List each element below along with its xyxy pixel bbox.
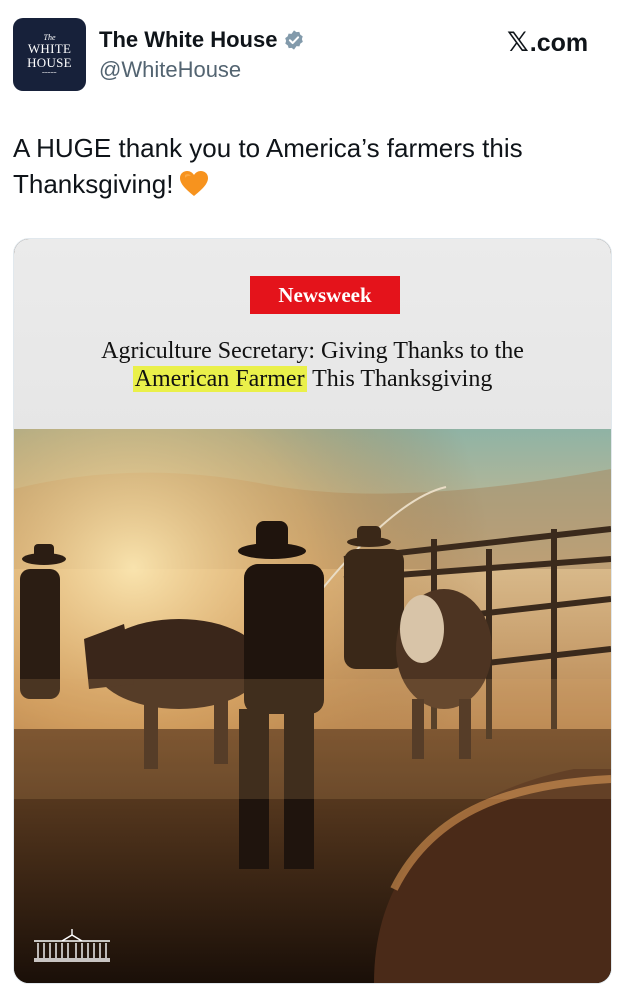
headline-part-2: This Thanksgiving — [306, 366, 493, 392]
orange-heart-icon — [180, 171, 209, 196]
verified-badge-icon — [285, 30, 304, 50]
newsweek-paper-banner: Newsweek Agriculture Secretary: Giving T… — [14, 239, 611, 439]
display-name[interactable]: The White House — [99, 27, 277, 53]
article-headline: Agriculture Secretary: Giving Thanks to … — [14, 337, 611, 393]
x-logo-icon: 𝕏 — [507, 27, 529, 58]
tweet-text: A HUGE thank you to America’s farmers th… — [13, 130, 603, 202]
avatar-decoration: ━━━━━ — [42, 70, 57, 75]
white-house-icon — [34, 929, 110, 962]
farm-photo — [14, 429, 611, 983]
avatar-text-house: HOUSE — [27, 55, 72, 70]
headline-highlight: American Farmer — [132, 366, 307, 392]
brand-suffix: .com — [529, 29, 589, 57]
headline-part-1: Agriculture Secretary: Giving Thanks to … — [101, 338, 524, 364]
avatar-text-white: WHITE — [27, 41, 72, 56]
newsweek-logo: Newsweek — [250, 276, 400, 314]
x-com-brand[interactable]: 𝕏 .com — [507, 27, 588, 58]
handle[interactable]: @WhiteHouse — [99, 57, 241, 83]
media-image-card[interactable]: Newsweek Agriculture Secretary: Giving T… — [13, 238, 612, 984]
tweet-body: A HUGE thank you to America’s farmers th… — [13, 133, 523, 199]
author-name-row[interactable]: The White House — [99, 27, 305, 53]
avatar[interactable]: The WHITE HOUSE ━━━━━ — [13, 18, 86, 91]
